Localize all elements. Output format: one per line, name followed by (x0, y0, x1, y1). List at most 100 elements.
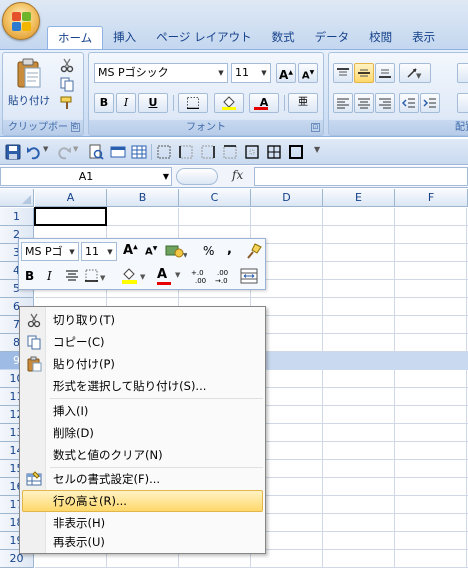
tab-review[interactable]: 校閲 (359, 26, 402, 49)
merge-cells-icon[interactable] (240, 268, 258, 284)
mini-font-color-button[interactable]: A ▼ (157, 267, 185, 285)
font-name-combo[interactable]: MS Pゴシック ▼ (94, 63, 228, 83)
redo-dropdown-icon[interactable]: ▼ (73, 145, 78, 153)
row-header-1[interactable]: 1 (0, 208, 34, 226)
decrease-decimal-icon[interactable]: .00→.0 (215, 268, 233, 284)
border-grid-icon[interactable] (266, 144, 282, 160)
border-top-icon[interactable] (222, 144, 238, 160)
undo-icon[interactable] (26, 144, 42, 160)
align-bottom-button[interactable] (375, 63, 395, 83)
orientation-button[interactable]: ▼ (399, 63, 431, 83)
border-left-icon[interactable] (178, 144, 194, 160)
increase-indent-button[interactable] (420, 93, 440, 113)
tab-home[interactable]: ホーム (47, 26, 104, 49)
phonetic-button[interactable]: 亜 (288, 93, 318, 113)
italic-button[interactable]: I (116, 93, 136, 113)
tab-data[interactable]: データ (305, 26, 360, 49)
tab-insert[interactable]: 挿入 (103, 26, 146, 49)
customize-qat-icon[interactable]: ▼ (314, 145, 320, 154)
name-box[interactable]: A1 ▼ (0, 167, 172, 186)
align-middle-button[interactable] (354, 63, 374, 83)
grow-font-button[interactable]: A▲ (276, 63, 296, 83)
underline-button[interactable]: U (138, 93, 168, 113)
copy-icon[interactable] (59, 76, 75, 92)
border-right-icon[interactable] (200, 144, 216, 160)
decrease-indent-button[interactable] (399, 93, 419, 113)
align-top-button[interactable] (333, 63, 353, 83)
tab-page-layout[interactable]: ページ レイアウト (146, 26, 261, 49)
column-header-c[interactable]: C (179, 189, 251, 207)
office-button[interactable] (2, 2, 40, 40)
border-all-icon[interactable] (156, 144, 172, 160)
toolbar-separator (151, 144, 152, 160)
print-preview-icon[interactable] (88, 144, 104, 160)
menu-item-unhide[interactable]: 再表示(U) (22, 531, 263, 553)
increase-indent-icon (423, 98, 436, 108)
increase-decimal-icon[interactable]: +.0.00 (191, 268, 209, 284)
column-header-b[interactable]: B (107, 189, 179, 207)
menu-item-insert[interactable]: 挿入(I) (22, 400, 263, 422)
align-left-icon (337, 98, 349, 109)
menu-item-label: 貼り付け(P) (53, 357, 115, 371)
wrap-text-button[interactable] (457, 63, 468, 83)
format-cells-icon (26, 471, 42, 486)
align-left-button[interactable] (333, 93, 353, 113)
menu-item-row-height[interactable]: 行の高さ(R)... (22, 490, 263, 512)
form-icon[interactable] (110, 144, 126, 160)
font-launcher-button[interactable]: ⊡ (311, 123, 320, 132)
menu-item-paste-special[interactable]: 形式を選択して貼り付け(S)... (22, 375, 263, 397)
column-header-d[interactable]: D (251, 189, 323, 207)
fill-color-button[interactable] (214, 93, 244, 113)
scissors-icon[interactable] (59, 57, 75, 73)
align-right-icon (379, 98, 391, 109)
active-cell-a1[interactable] (34, 207, 107, 226)
center-align-icon[interactable] (65, 269, 79, 283)
mini-font-name-combo[interactable]: MS Pゴ ▼ (21, 242, 79, 261)
clipboard-launcher-button[interactable]: ⊡ (71, 123, 80, 132)
menu-item-format-cells[interactable]: セルの書式設定(F)... (22, 468, 263, 490)
menu-item-cut[interactable]: 切り取り(T) (22, 309, 263, 331)
format-painter-icon[interactable] (245, 243, 263, 259)
mini-shrink-font-button[interactable]: A▼ (145, 245, 157, 257)
menu-item-paste[interactable]: 貼り付け(P) (22, 353, 263, 375)
mini-comma-button[interactable]: , (227, 242, 232, 257)
mini-grow-font-button[interactable]: A▲ (123, 243, 138, 258)
select-all-button[interactable] (0, 189, 34, 207)
tab-formulas[interactable]: 数式 (262, 26, 305, 49)
font-size-combo[interactable]: 11 ▼ (231, 63, 271, 83)
font-color-swatch (157, 282, 171, 285)
menu-item-copy[interactable]: コピー(C) (22, 331, 263, 353)
currency-format-icon[interactable]: ▼ (165, 243, 187, 259)
table-icon[interactable] (131, 144, 147, 160)
undo-dropdown-icon[interactable]: ▼ (43, 145, 48, 153)
paste-button[interactable]: 貼り付け (7, 55, 51, 117)
format-painter-icon[interactable] (59, 95, 75, 111)
merge-center-button[interactable] (457, 93, 468, 113)
save-icon[interactable] (5, 144, 21, 160)
formula-input[interactable] (254, 167, 468, 186)
mini-italic-button[interactable]: I (47, 269, 52, 283)
mini-bold-button[interactable]: B (25, 269, 34, 283)
column-header-a[interactable]: A (35, 189, 107, 207)
menu-item-clear-contents[interactable]: 数式と値のクリア(N) (22, 444, 263, 466)
insert-function-icon[interactable]: fx (232, 168, 243, 182)
redo-icon[interactable] (56, 144, 72, 160)
formula-expand-handle[interactable] (176, 168, 218, 185)
column-header-f[interactable]: F (395, 189, 468, 207)
tab-view[interactable]: 表示 (402, 26, 445, 49)
align-center-button[interactable] (354, 93, 374, 113)
border-icon[interactable]: ▼ (85, 269, 109, 283)
menu-item-label: 再表示(U) (53, 535, 105, 549)
mini-font-size-combo[interactable]: 11 ▼ (81, 242, 117, 261)
border-button[interactable] (178, 93, 208, 113)
border-thick-icon[interactable] (288, 144, 304, 160)
font-color-button[interactable]: A (249, 93, 279, 113)
bold-button[interactable]: B (94, 93, 114, 113)
paint-bucket-icon[interactable]: ▼ (121, 267, 149, 285)
shrink-font-button[interactable]: A▼ (298, 63, 318, 83)
menu-item-delete[interactable]: 削除(D) (22, 422, 263, 444)
border-outside-icon[interactable] (244, 144, 260, 160)
align-right-button[interactable] (375, 93, 395, 113)
mini-percent-button[interactable]: % (203, 244, 214, 258)
column-header-e[interactable]: E (323, 189, 395, 207)
